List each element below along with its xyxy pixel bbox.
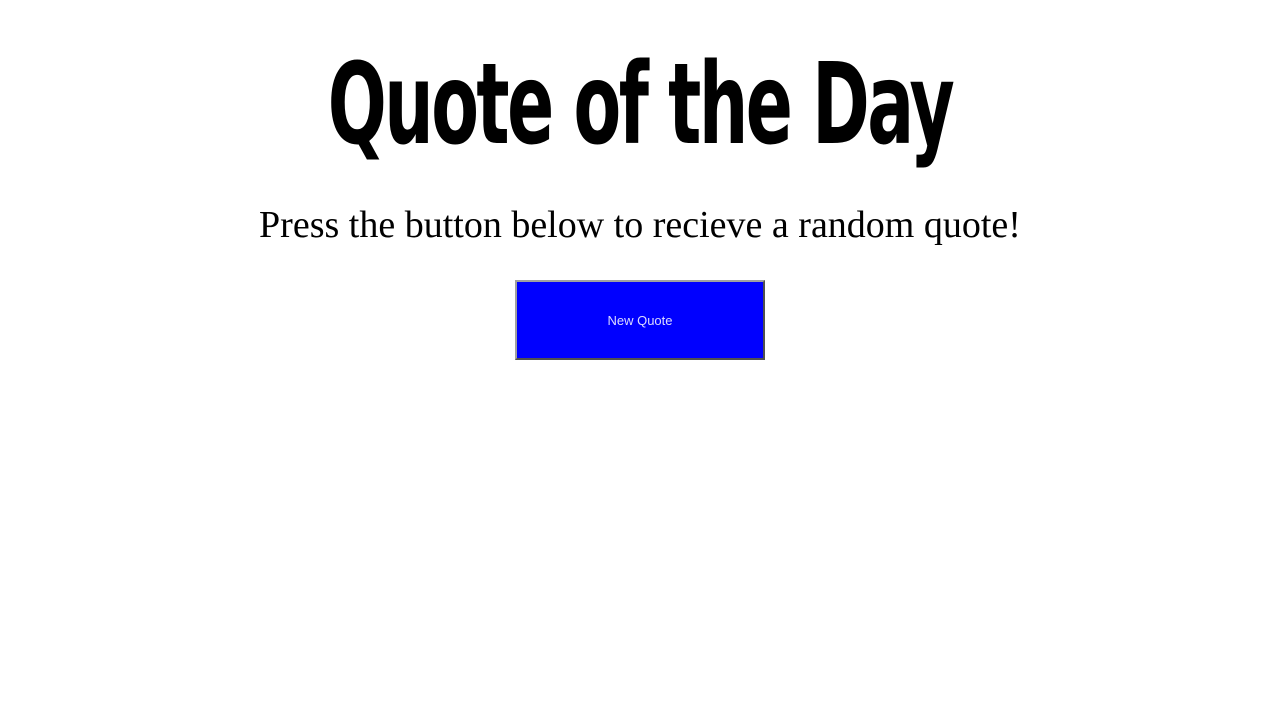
quote-page: Quote of the Day Press the button below …	[0, 0, 1280, 720]
page-title: Quote of the Day	[327, 40, 955, 170]
new-quote-button[interactable]: New Quote	[515, 280, 765, 360]
instruction-text: Press the button below to recieve a rand…	[259, 204, 1021, 246]
